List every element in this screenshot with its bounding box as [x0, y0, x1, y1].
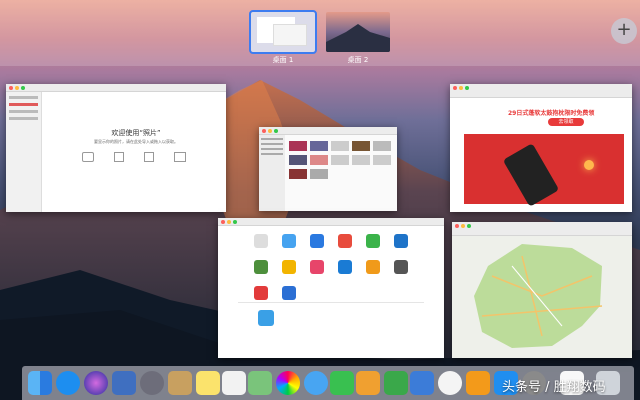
- app-icon[interactable]: [394, 260, 408, 274]
- messages-icon[interactable]: [304, 371, 328, 395]
- pages-icon[interactable]: [356, 371, 380, 395]
- photos-welcome-title: 欢迎使用“照片”: [111, 129, 161, 137]
- promo-banner: [464, 134, 624, 207]
- app-icon[interactable]: [282, 260, 296, 274]
- folder-icon: [174, 152, 186, 162]
- app-icon[interactable]: [258, 310, 274, 326]
- space-thumbnail-2[interactable]: [326, 12, 390, 52]
- space-label-2: 桌面 2: [347, 56, 369, 64]
- books-icon[interactable]: [466, 371, 490, 395]
- safari-icon[interactable]: [56, 371, 80, 395]
- photos-window[interactable]: 欢迎使用“照片” 要显示你的照片，请在此处导入或拖入以获取。: [6, 84, 226, 212]
- app-icon[interactable]: [310, 260, 324, 274]
- device-icon: [114, 152, 124, 162]
- photos-icon[interactable]: [276, 371, 300, 395]
- photos-welcome-subtitle: 要显示你的照片，请在此处导入或拖入以获取。: [94, 139, 178, 144]
- watermark: 头条号 / 胜翔数码: [502, 380, 606, 395]
- apps-window[interactable]: [218, 218, 444, 358]
- maps-icon[interactable]: [248, 371, 272, 395]
- finder-sidebar: [259, 135, 285, 211]
- space-thumbnail-1[interactable]: [249, 10, 317, 54]
- app-icon[interactable]: [394, 234, 408, 248]
- maps-window[interactable]: [452, 222, 632, 358]
- app-icon[interactable]: [338, 234, 352, 248]
- app-icon[interactable]: [366, 234, 380, 248]
- map-view[interactable]: [452, 236, 632, 358]
- store-window[interactable]: 29日式蓬软太鼓抱枕限时免费领 去领取: [450, 84, 632, 212]
- app-icon[interactable]: [366, 260, 380, 274]
- launchpad-icon[interactable]: [140, 371, 164, 395]
- siri-icon[interactable]: [84, 371, 108, 395]
- photos-sidebar: [6, 92, 42, 212]
- numbers-icon[interactable]: [384, 371, 408, 395]
- app-icon[interactable]: [254, 286, 268, 300]
- reminders-icon[interactable]: [222, 371, 246, 395]
- space-label-1: 桌面 1: [272, 56, 294, 64]
- app-icon[interactable]: [310, 234, 324, 248]
- import-icon: [144, 152, 154, 162]
- app-icon[interactable]: [282, 234, 296, 248]
- promo-claim-button[interactable]: 去领取: [548, 118, 584, 126]
- app-icon[interactable]: [254, 234, 268, 248]
- music-icon[interactable]: [438, 371, 462, 395]
- finder-window[interactable]: [259, 127, 397, 211]
- mission-control-spaces-bar: [0, 0, 640, 66]
- app-icon[interactable]: [282, 286, 296, 300]
- photo-booth-icon[interactable]: [112, 371, 136, 395]
- app-icon[interactable]: [254, 260, 268, 274]
- finder-icon[interactable]: [28, 371, 52, 395]
- camera-icon: [82, 152, 94, 162]
- promo-text: 29日式蓬软太鼓抱枕限时免费领: [508, 110, 595, 117]
- app-icon[interactable]: [338, 260, 352, 274]
- keynote-icon[interactable]: [410, 371, 434, 395]
- facetime-icon[interactable]: [330, 371, 354, 395]
- contacts-icon[interactable]: [168, 371, 192, 395]
- notes-icon[interactable]: [196, 371, 220, 395]
- add-space-button[interactable]: +: [611, 18, 637, 44]
